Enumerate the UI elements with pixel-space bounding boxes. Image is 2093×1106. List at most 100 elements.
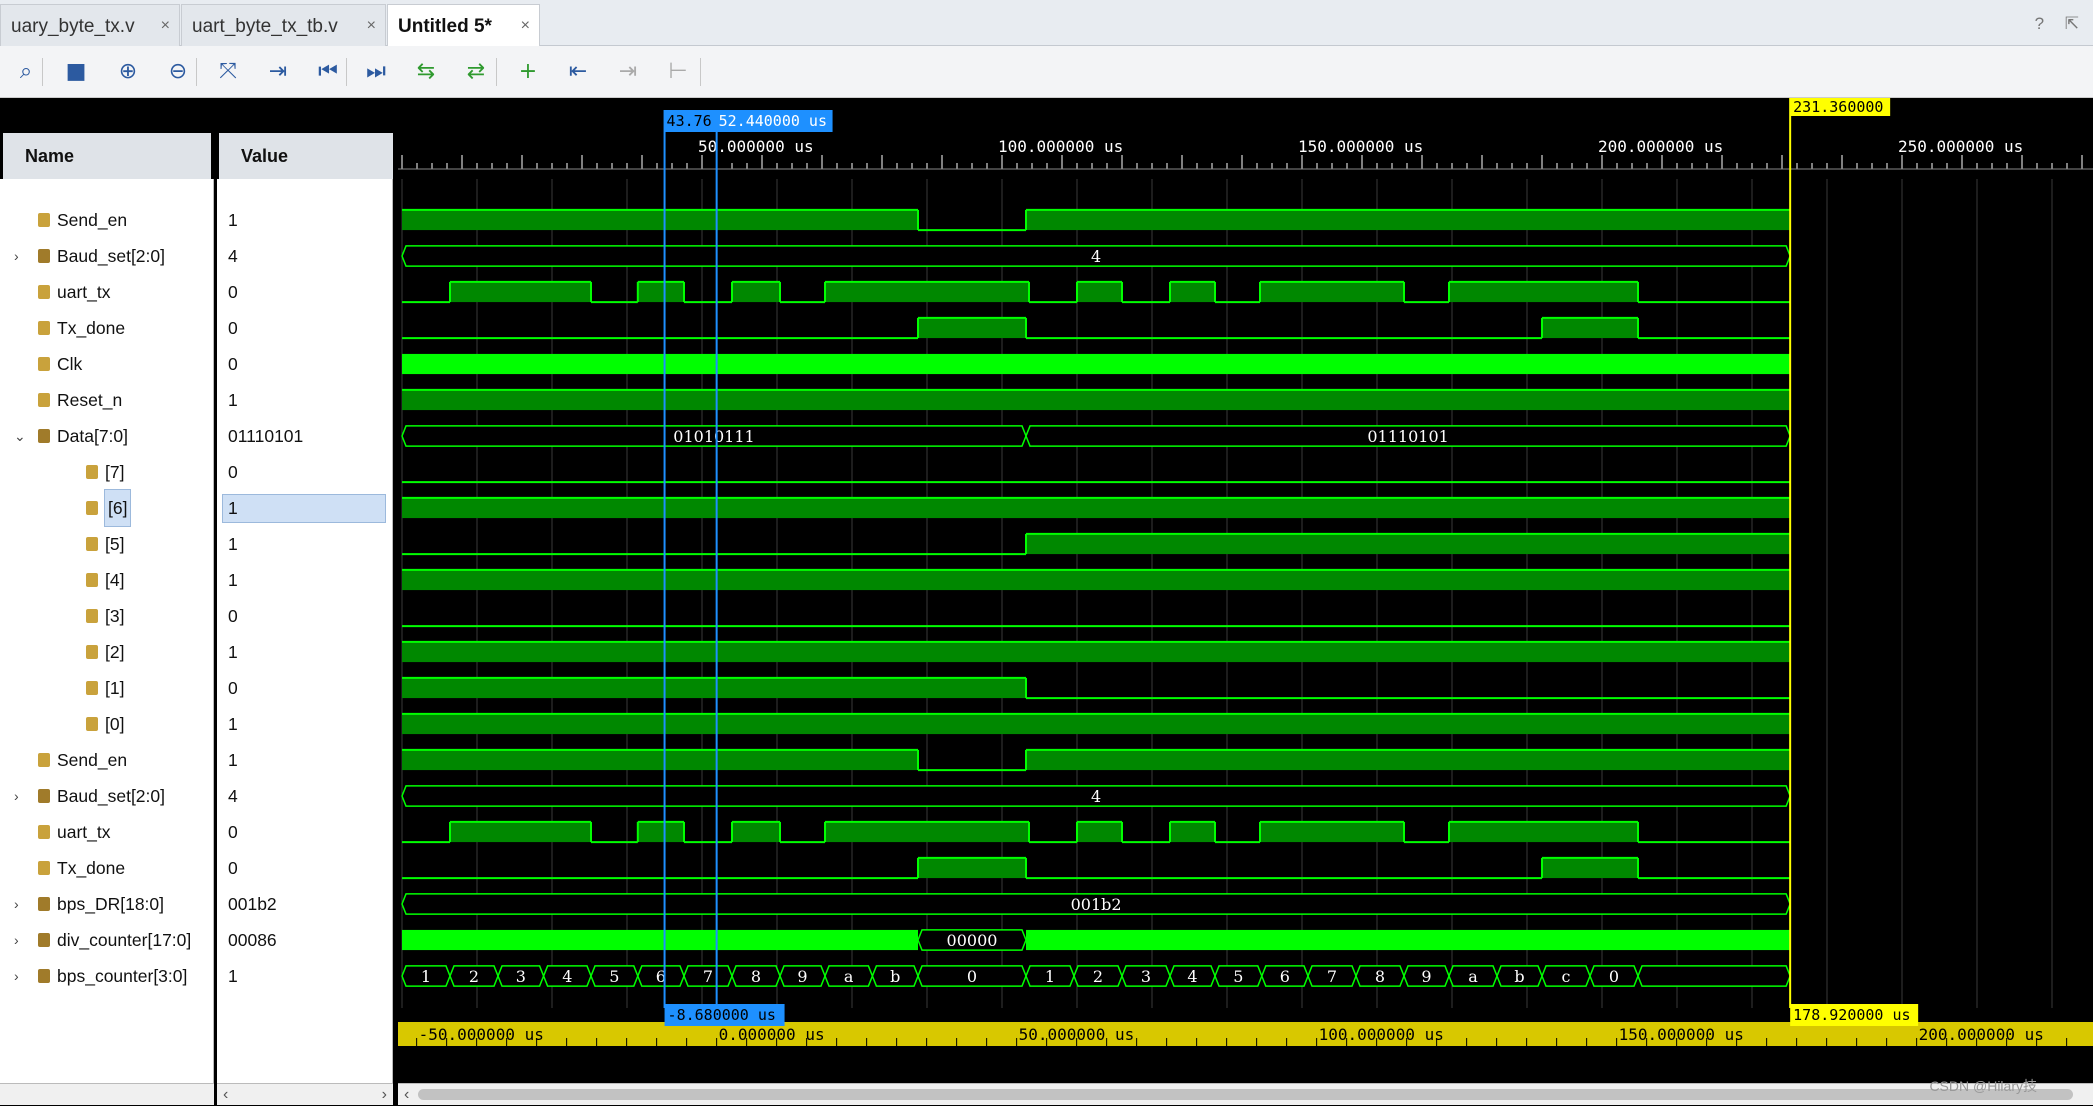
signal-high-fill (1260, 281, 1404, 303)
save-icon[interactable]: ■ (60, 56, 92, 88)
previous-marker-icon[interactable]: ⇤ (562, 56, 594, 88)
chevron-right-icon[interactable]: › (14, 958, 19, 994)
tab-untitled-5[interactable]: Untitled 5* × (387, 4, 540, 46)
signal-row-name[interactable]: [3] (0, 598, 213, 634)
signal-value[interactable]: 1 (217, 742, 392, 778)
search-icon[interactable]: ⌕ (10, 56, 42, 88)
signal-row-name[interactable]: Reset_n (0, 382, 213, 418)
signal-value[interactable]: 00086 (217, 922, 392, 958)
scroll-right-icon[interactable]: › (382, 1084, 387, 1106)
signal-row-name[interactable]: Tx_done (0, 850, 213, 886)
signal-value[interactable]: 0 (217, 850, 392, 886)
signal-value[interactable]: 1 (217, 634, 392, 670)
tab-uary-byte-tx[interactable]: uary_byte_tx.v × (0, 4, 180, 46)
chevron-right-icon[interactable]: › (14, 922, 19, 958)
signal-row-name[interactable]: Clk (0, 346, 213, 382)
signal-row-name[interactable]: [6] (0, 489, 213, 527)
signal-row-name[interactable]: [4] (0, 562, 213, 598)
swap-cursors-icon[interactable]: ⊢ (662, 56, 694, 88)
go-to-start-icon[interactable]: ⏮ (312, 56, 344, 88)
signal-value[interactable]: 4 (217, 778, 392, 814)
chevron-right-icon[interactable]: › (14, 886, 19, 922)
signal-value[interactable]: 0 (217, 274, 392, 310)
signal-value[interactable]: 0 (217, 598, 392, 634)
signal-value[interactable]: 0 (217, 346, 392, 382)
signal-high-fill (1077, 821, 1122, 843)
add-marker-icon[interactable]: + (512, 56, 544, 88)
zoom-fit-icon[interactable]: ⤧ (212, 56, 244, 88)
name-scrollbar[interactable] (0, 1083, 214, 1105)
go-to-end-icon[interactable]: ⏭ (360, 56, 392, 88)
signal-value[interactable]: 0 (217, 310, 392, 346)
previous-transition-icon[interactable]: ⇆ (410, 56, 442, 88)
signal-row-name[interactable]: [5] (0, 526, 213, 562)
close-icon[interactable]: × (367, 17, 376, 35)
bus-value: 6 (1280, 967, 1290, 986)
signal-value[interactable]: 1 (217, 490, 392, 526)
signal-row-name[interactable]: [0] (0, 706, 213, 742)
signal-value[interactable]: 1 (217, 382, 392, 418)
signal-high-fill (732, 281, 780, 303)
signal-value[interactable]: 0 (217, 670, 392, 706)
signal-value[interactable]: 01110101 (217, 418, 392, 454)
time-axis-label: 100.000000 us (998, 137, 1123, 156)
name-column-header[interactable]: Name (3, 133, 211, 179)
signal-row-name[interactable]: ⌄ Data[7:0] (0, 418, 213, 454)
selection-highlight (222, 494, 386, 523)
close-icon[interactable]: × (521, 17, 530, 35)
signal-value[interactable]: 1 (217, 562, 392, 598)
zoom-out-icon[interactable]: ⊖ (162, 56, 194, 88)
bit-signal-icon (38, 753, 50, 767)
delta-axis-label: 0.000000 us (719, 1025, 825, 1044)
signal-value[interactable]: 4 (217, 238, 392, 274)
scroll-left-icon[interactable]: ‹ (404, 1084, 409, 1106)
go-to-cursor-icon[interactable]: ⇥ (262, 56, 294, 88)
signal-value[interactable]: 1 (217, 526, 392, 562)
bus-signal-icon (38, 429, 50, 443)
signal-row-name[interactable]: [2] (0, 634, 213, 670)
next-transition-icon[interactable]: ⇄ (460, 56, 492, 88)
signal-row-name[interactable]: › Baud_set[2:0] (0, 778, 213, 814)
bit-signal-icon (86, 465, 98, 479)
scroll-thumb[interactable] (418, 1089, 2073, 1100)
signal-value[interactable]: 1 (217, 958, 392, 994)
signal-value[interactable]: 001b2 (217, 886, 392, 922)
close-icon[interactable]: × (161, 17, 170, 35)
value-column-header[interactable]: Value (219, 133, 393, 179)
bus-value: 4 (562, 967, 572, 986)
scroll-left-icon[interactable]: ‹ (223, 1084, 228, 1106)
signal-value-text: 00086 (228, 930, 277, 950)
signal-value[interactable]: 0 (217, 454, 392, 490)
delta-axis-label: 50.000000 us (1019, 1025, 1135, 1044)
chevron-right-icon[interactable]: › (14, 778, 19, 814)
zoom-in-icon[interactable]: ⊕ (112, 56, 144, 88)
signal-row-name[interactable]: uart_tx (0, 814, 213, 850)
signal-row-name[interactable]: [1] (0, 670, 213, 706)
wave-scrollbar[interactable]: ‹ (398, 1083, 2093, 1105)
chevron-right-icon[interactable]: › (14, 238, 19, 274)
signal-row-name[interactable]: Tx_done (0, 310, 213, 346)
signal-row-name[interactable]: Send_en (0, 742, 213, 778)
signal-row-name[interactable]: Send_en (0, 202, 213, 238)
tab-label: uart_byte_tx_tb.v (192, 16, 338, 37)
counter-dense (1026, 929, 1791, 951)
help-restore-icons[interactable]: ? ⇱ (2035, 14, 2087, 34)
signal-value-text: 1 (228, 750, 238, 770)
next-marker-icon[interactable]: ⇥ (612, 56, 644, 88)
signal-value[interactable]: 0 (217, 814, 392, 850)
tab-label: uary_byte_tx.v (11, 16, 135, 37)
bit-signal-icon (86, 717, 98, 731)
tab-uart-byte-tx-tb[interactable]: uart_byte_tx_tb.v × (181, 4, 386, 46)
value-scrollbar[interactable]: ‹ › (217, 1083, 393, 1105)
signal-row-name[interactable]: [7] (0, 454, 213, 490)
signal-row-name[interactable]: uart_tx (0, 274, 213, 310)
signal-value[interactable]: 1 (217, 706, 392, 742)
signal-row-name[interactable]: › div_counter[17:0] (0, 922, 213, 958)
signal-row-name[interactable]: › Baud_set[2:0] (0, 238, 213, 274)
signal-row-name[interactable]: › bps_DR[18:0] (0, 886, 213, 922)
chevron-down-icon[interactable]: ⌄ (14, 418, 26, 454)
signal-row-name[interactable]: › bps_counter[3:0] (0, 958, 213, 994)
waveform-canvas[interactable]: 50.000000 us 100.000000 us 150.000000 us 20… (398, 98, 2093, 1083)
signal-value[interactable]: 1 (217, 202, 392, 238)
bus-value: b (1514, 967, 1524, 986)
